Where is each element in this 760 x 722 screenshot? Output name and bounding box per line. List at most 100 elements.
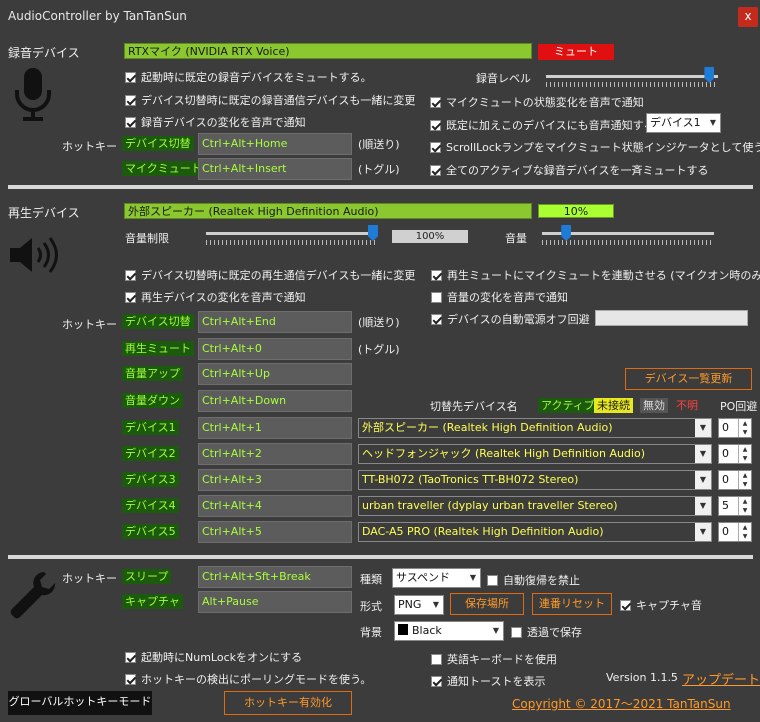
polling-mode-checkbox[interactable]: ホットキーの検出にポーリングモードを使う。 [125, 671, 371, 687]
hotkey-field[interactable]: Ctrl+Alt+5 [198, 521, 352, 543]
rec-notify-option-2[interactable]: ScrollLockランプをマイクミュート状態インジケータとして使う [430, 139, 760, 155]
checkbox-box[interactable] [430, 96, 441, 108]
rec-option-1[interactable]: デバイス切替時に既定の録音通信デバイスも一緒に変更 [125, 92, 415, 108]
playback-level-indicator: 10% [538, 204, 614, 218]
checkbox-box[interactable] [430, 141, 441, 153]
target-device-select[interactable]: ヘッドフォンジャック (Realtek High Definition Audi… [358, 444, 712, 464]
play-notify-option-2[interactable]: デバイスの自動電源オフ回避 [431, 311, 590, 327]
checkbox-label: 再生ミュートにマイクミュートを連動させる (マイクオン時のみ) [447, 269, 760, 282]
checkbox-box[interactable] [125, 269, 136, 281]
hotkey-field[interactable]: Ctrl+Alt+4 [198, 495, 352, 517]
volume-slider[interactable] [561, 225, 572, 241]
update-link[interactable]: アップデート [682, 669, 760, 688]
hotkey-field[interactable]: Ctrl+Alt+Up [198, 363, 352, 385]
toast-checkbox[interactable]: 通知トーストを表示 [431, 673, 545, 689]
hotkey-enable-button[interactable]: ホットキー有効化 [224, 691, 352, 715]
checkbox-label: 音量の変化を音声で通知 [447, 291, 568, 304]
spinner-arrows-icon[interactable]: ▲ ▼ [738, 497, 751, 515]
spinner-arrows-icon[interactable]: ▲ ▼ [738, 419, 751, 437]
english-keyboard-checkbox[interactable]: 英語キーボードを使用 [431, 651, 557, 667]
hotkey-field[interactable]: Ctrl+Alt+Down [198, 390, 352, 412]
checkbox-box[interactable] [125, 291, 136, 303]
sleep-kind-select[interactable]: サスペンド ▼ [392, 568, 481, 588]
po-avoid-spinner[interactable]: 5 ▲ ▼ [718, 496, 752, 516]
notify-device-select[interactable]: デバイス1 ▼ [646, 113, 721, 133]
target-device-select[interactable]: DAC-A5 PRO (Realtek High Definition Audi… [358, 522, 712, 542]
refresh-device-list-button[interactable]: デバイス一覧更新 [625, 368, 752, 390]
hotkey-name-tag: スリープ [122, 569, 172, 584]
play-option-0[interactable]: デバイス切替時に既定の再生通信デバイスも一緒に変更 [125, 267, 415, 283]
serial-reset-button[interactable]: 連番リセット [532, 593, 612, 615]
image-format-select[interactable]: PNG ▼ [394, 595, 444, 615]
checkbox-box[interactable] [125, 94, 136, 106]
dropdown-arrow-icon: ▼ [695, 471, 711, 489]
target-device-name: ヘッドフォンジャック (Realtek High Definition Audi… [362, 447, 645, 460]
checkbox-label: デバイス切替時に既定の再生通信デバイスも一緒に変更 [141, 269, 416, 282]
spinner-arrows-icon[interactable]: ▲ ▼ [738, 471, 751, 489]
playback-device-name: 外部スピーカー (Realtek High Definition Audio) [124, 203, 532, 219]
hotkey-field[interactable]: Ctrl+Alt+0 [198, 338, 352, 360]
target-device-select[interactable]: TT-BH072 (TaoTronics TT-BH072 Stereo) ▼ [358, 470, 712, 490]
play-notify-option-0[interactable]: 再生ミュートにマイクミュートを連動させる (マイクオン時のみ) [431, 267, 760, 283]
hotkey-field[interactable]: Ctrl+Alt+Home [198, 133, 352, 155]
dropdown-arrow-icon: ▼ [695, 523, 711, 541]
play-notify-option-1[interactable]: 音量の変化を音声で通知 [431, 289, 568, 305]
hotkey-field[interactable]: Ctrl+Alt+End [198, 311, 352, 333]
hotkey-name-tag: デバイス切替 [122, 136, 194, 151]
checkbox-box[interactable] [431, 269, 442, 281]
transparent-save-checkbox[interactable]: 透過で保存 [511, 624, 582, 640]
po-avoid-header: PO回避 [720, 400, 758, 413]
checkbox-box[interactable] [431, 313, 442, 325]
volume-limit-slider[interactable] [368, 225, 378, 241]
play-option-1[interactable]: 再生デバイスの変化を音声で通知 [125, 289, 306, 305]
checkbox-box[interactable] [125, 71, 136, 83]
checkbox-box[interactable] [430, 164, 441, 176]
spinner-arrows-icon[interactable]: ▲ ▼ [738, 523, 751, 541]
checkbox-box[interactable] [125, 673, 136, 685]
hotkey-field[interactable]: Ctrl+Alt+3 [198, 469, 352, 491]
recording-level-slider[interactable] [704, 67, 715, 83]
rec-notify-option-0[interactable]: マイクミュートの状態変化を音声で通知 [430, 94, 644, 110]
target-device-select[interactable]: urban traveller (dyplay urban traveller … [358, 496, 712, 516]
auto-power-off-field[interactable] [595, 310, 748, 326]
checkbox-box[interactable] [620, 599, 631, 611]
global-hotkey-mode-button[interactable]: グローバルホットキーモード [8, 691, 152, 715]
rec-option-2[interactable]: 録音デバイスの変化を音声で通知 [125, 114, 306, 130]
numlock-checkbox[interactable]: 起動時にNumLockをオンにする [125, 649, 302, 665]
rec-option-0[interactable]: 起動時に既定の録音デバイスをミュートする。 [125, 69, 372, 85]
rec-notify-option-3[interactable]: 全てのアクティブな録音デバイスを一斉ミュートする [430, 162, 708, 178]
microphone-icon [15, 68, 51, 121]
po-avoid-value: 0 [722, 525, 729, 538]
copyright-link[interactable]: Copyright © 2017～2021 TanTanSun [512, 695, 731, 712]
hotkey-name-tag: デバイス2 [122, 446, 179, 461]
hotkey-field[interactable]: Ctrl+Alt+Insert [198, 158, 352, 180]
hotkey-field[interactable]: Ctrl+Alt+Sft+Break [198, 566, 352, 588]
checkbox-box[interactable] [430, 119, 441, 131]
checkbox-box[interactable] [125, 651, 136, 663]
hotkey-field[interactable]: Ctrl+Alt+2 [198, 443, 352, 465]
dropdown-arrow-icon: ▼ [695, 445, 711, 463]
rec-notify-option-1[interactable]: 既定に加えこのデバイスにも音声通知する [430, 117, 655, 133]
hotkey-field[interactable]: Ctrl+Alt+1 [198, 417, 352, 439]
target-device-select[interactable]: 外部スピーカー (Realtek High Definition Audio) ▼ [358, 418, 712, 438]
legend-status-0: アクティブ [538, 398, 598, 413]
background-select[interactable]: Black ▼ [394, 621, 504, 641]
po-avoid-spinner[interactable]: 0 ▲ ▼ [718, 418, 752, 438]
no-autowake-checkbox[interactable]: 自動復帰を禁止 [487, 572, 580, 588]
checkbox-box[interactable] [511, 626, 522, 638]
checkbox-label: 全てのアクティブな録音デバイスを一斉ミュートする [446, 164, 709, 177]
hotkey-note: (トグル) [358, 343, 400, 356]
checkbox-box[interactable] [125, 116, 136, 128]
checkbox-box[interactable] [431, 653, 442, 665]
checkbox-box[interactable] [431, 675, 442, 687]
spinner-arrows-icon[interactable]: ▲ ▼ [738, 445, 751, 463]
close-button[interactable]: x [738, 7, 758, 27]
po-avoid-spinner[interactable]: 0 ▲ ▼ [718, 522, 752, 542]
hotkey-field[interactable]: Alt+Pause [198, 591, 352, 613]
po-avoid-spinner[interactable]: 0 ▲ ▼ [718, 470, 752, 490]
save-location-button[interactable]: 保存場所 [450, 593, 524, 615]
checkbox-box[interactable] [431, 291, 442, 303]
capture-sound-checkbox[interactable]: キャプチャ音 [620, 597, 702, 613]
po-avoid-spinner[interactable]: 0 ▲ ▼ [718, 444, 752, 464]
checkbox-box[interactable] [487, 574, 498, 586]
